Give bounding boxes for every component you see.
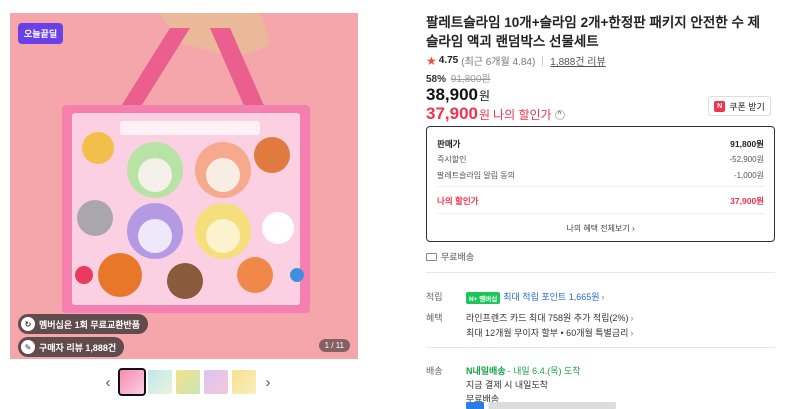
breakdown-value: -52,900원 xyxy=(729,155,765,164)
breakdown-value: 37,900원 xyxy=(730,196,764,206)
divider xyxy=(426,347,775,348)
breakdown-label: 판매가 xyxy=(437,139,461,149)
benefit-label: 혜택 xyxy=(426,313,443,323)
card-benefit-text: 라인프렌즈 카드 최대 758원 추가 적립(2%) xyxy=(466,313,629,323)
divider xyxy=(542,55,544,66)
today-deal-badge: 오늘끝딜 xyxy=(18,23,64,44)
coupon-button[interactable]: N 쿠폰 받기 xyxy=(708,96,771,116)
product-main-image[interactable]: 오늘끝딜 ↻ 멤버십은 1회 무료교환반품 ✎ 구매자 리뷰 1,888건 1 … xyxy=(10,13,358,359)
sale-price: 38,900원 xyxy=(426,85,490,105)
pay-now-note: 지금 결제 시 내일도착 xyxy=(466,380,549,390)
divider xyxy=(426,272,775,273)
rating-recent: (최근 6개월 4.84) xyxy=(461,57,536,68)
card-benefit[interactable]: 라인프렌즈 카드 최대 758원 추가 적립(2%) › xyxy=(466,311,633,324)
chevron-right-icon: › xyxy=(630,328,634,338)
chevron-right-icon: › xyxy=(630,313,634,323)
chevron-right-icon[interactable]: › xyxy=(260,370,276,394)
thumbnail-5[interactable] xyxy=(232,370,256,394)
original-price: 91,800원 xyxy=(450,74,491,85)
membership-pill-label: 멤버십은 1회 무료교환반품 xyxy=(39,319,141,330)
truck-icon xyxy=(426,252,437,261)
tomorrow-delivery-badge: N내일배송 xyxy=(466,366,506,376)
rating-score: 4.75 xyxy=(438,55,459,66)
image-page-counter: 1 / 11 xyxy=(318,339,350,352)
chevron-up-icon[interactable]: ^ xyxy=(554,109,565,120)
thumbnail-2[interactable] xyxy=(148,370,172,394)
membership-pill[interactable]: ↻ 멤버십은 1회 무료교환반품 xyxy=(18,314,149,334)
breakdown-row: 팔레트슬라임 알림 동의 -1,000원 xyxy=(437,170,764,181)
gift-box-illustration xyxy=(10,13,358,359)
my-price-value: 37,900 xyxy=(426,104,478,123)
breakdown-label: 팔레트슬라임 알림 동의 xyxy=(437,171,516,180)
divider xyxy=(437,213,764,214)
installment-benefit[interactable]: 최대 12개월 무이자 할부 • 60개월 특별금리 › xyxy=(466,326,633,339)
thumbnail-4[interactable] xyxy=(204,370,228,394)
discount-row: 58% 91,800원 xyxy=(426,70,491,85)
refresh-icon: ↻ xyxy=(21,317,35,331)
breakdown-row: 즉시할인 -52,900원 xyxy=(437,154,764,165)
npay-membership-badge: N+ 멤버십 xyxy=(466,291,501,304)
delivery-label: 배송 xyxy=(426,366,443,376)
arrival-text: - 내일 6.4.(목) 도착 xyxy=(507,366,581,376)
product-title: 팔레트슬라임 10개+슬라임 2개+한정판 패키지 안전한 수 제 슬라임 액괴… xyxy=(426,15,761,49)
naver-n-icon: N xyxy=(714,100,726,112)
all-benefits-link-label: 나의 혜택 전체보기 xyxy=(566,224,630,233)
points-value[interactable]: N+ 멤버십 최대 적립 포인트 1,665원 › xyxy=(466,290,605,304)
thumbnail-strip: ‹ › xyxy=(100,368,276,396)
cut-off-row xyxy=(466,402,616,409)
reviews-pill[interactable]: ✎ 구매자 리뷰 1,888건 xyxy=(18,337,125,357)
my-price-currency: 원 xyxy=(479,108,491,122)
star-icon: ★ xyxy=(426,53,437,68)
thumbnail-1[interactable] xyxy=(118,368,146,396)
points-label: 적립 xyxy=(426,292,443,302)
sale-price-currency: 원 xyxy=(479,89,491,103)
all-benefits-link[interactable]: 나의 혜택 전체보기 › xyxy=(427,223,774,234)
discount-rate: 58% xyxy=(426,74,447,85)
my-price[interactable]: 37,900원 나의 할인가 ^ xyxy=(426,104,565,124)
chevron-right-icon: › xyxy=(631,224,635,233)
divider xyxy=(437,186,764,187)
installment-text: 최대 12개월 무이자 할부 • 60개월 특별금리 xyxy=(466,328,629,338)
points-text: 최대 적립 포인트 1,665원 xyxy=(503,292,600,302)
breakdown-label: 나의 할인가 xyxy=(437,196,479,206)
rating-row: ★ 4.75 (최근 6개월 4.84) 1,888건 리뷰 xyxy=(426,53,606,69)
breakdown-value: -1,000원 xyxy=(733,171,764,180)
sale-price-value: 38,900 xyxy=(426,85,478,104)
price-breakdown-box: 판매가 91,800원 즉시할인 -52,900원 팔레트슬라임 알림 동의 -… xyxy=(426,126,775,242)
reviews-pill-label: 구매자 리뷰 1,888건 xyxy=(39,342,117,353)
review-count-link[interactable]: 1,888건 리뷰 xyxy=(550,53,605,68)
delivery-arrival: N내일배송 - 내일 6.4.(목) 도착 xyxy=(466,364,581,377)
chevron-left-icon[interactable]: ‹ xyxy=(100,370,116,394)
coupon-button-label: 쿠폰 받기 xyxy=(729,101,765,112)
chevron-right-icon: › xyxy=(601,292,605,302)
thumbnail-3[interactable] xyxy=(176,370,200,394)
breakdown-label: 즉시할인 xyxy=(437,155,467,164)
breakdown-row: 나의 할인가 37,900원 xyxy=(437,195,764,207)
my-price-label: 나의 할인가 xyxy=(493,108,552,122)
breakdown-row: 판매가 91,800원 xyxy=(437,138,764,150)
breakdown-value: 91,800원 xyxy=(730,139,764,149)
free-shipping-row: 무료배송 xyxy=(426,250,474,263)
review-icon: ✎ xyxy=(21,340,35,354)
free-shipping-label: 무료배송 xyxy=(441,252,475,262)
